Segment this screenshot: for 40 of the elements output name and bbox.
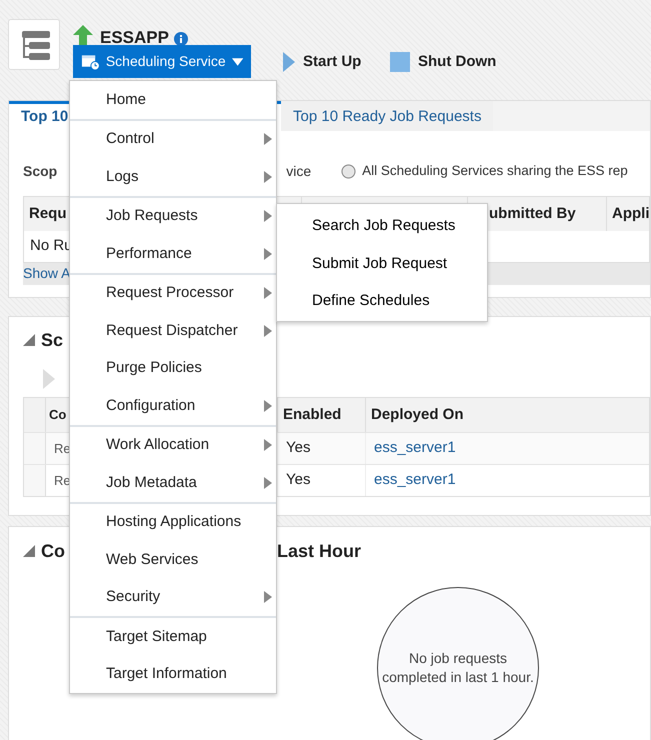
section-title: Last Hour <box>277 540 362 562</box>
menu-item[interactable]: Logs <box>70 158 276 196</box>
menu-item[interactable]: Target Sitemap <box>70 618 276 656</box>
server-link[interactable]: ess_server1 <box>374 437 456 460</box>
menu-item[interactable]: Hosting Applications <box>70 504 276 541</box>
caret-icon <box>232 58 243 66</box>
target-title: ESSAPP <box>100 28 169 48</box>
menu-item[interactable]: Purge Policies <box>70 350 276 387</box>
server-link[interactable]: ess_server1 <box>374 469 456 492</box>
scope-label: Scop <box>23 162 58 181</box>
shut-down-link[interactable]: Shut Down <box>418 50 496 74</box>
table-cell: Yes <box>278 465 366 496</box>
stop-icon <box>390 52 410 72</box>
section-title: Sc <box>41 328 64 352</box>
menu-item[interactable]: Request Processor <box>70 274 276 312</box>
hierarchy-button[interactable] <box>8 19 60 70</box>
menu-item[interactable]: Define Schedules <box>277 281 487 318</box>
start-up-link[interactable]: Start Up <box>303 50 362 74</box>
section-title: Co <box>41 540 65 562</box>
collapse-icon <box>23 545 35 557</box>
menu-item[interactable]: Home <box>70 81 276 118</box>
up-arrow-icon <box>73 25 93 47</box>
menu-item[interactable]: Submit Job Request <box>277 244 487 281</box>
menu-item[interactable]: Web Services <box>70 541 276 578</box>
collapse-icon <box>23 334 35 346</box>
target-menu-button[interactable]: Scheduling Service <box>73 45 251 78</box>
play-icon <box>283 52 295 72</box>
empty-chart-text: No job requests completed in last 1 hour. <box>377 587 539 740</box>
menu-item[interactable]: Request Dispatcher <box>70 312 276 350</box>
radio-button[interactable] <box>341 164 356 178</box>
menu-item[interactable]: Security <box>70 578 276 616</box>
menu-item[interactable]: Performance <box>70 235 276 272</box>
radio-label: vice <box>286 162 312 180</box>
info-icon <box>174 32 188 46</box>
menu-item[interactable]: Control <box>70 120 276 158</box>
column-header: Appli <box>607 197 649 231</box>
radio-label: All Scheduling Services sharing the ESS rep <box>362 162 628 180</box>
calendar-clock-icon <box>81 52 100 70</box>
play-icon <box>43 369 55 389</box>
menu-item[interactable]: Target Information <box>70 656 276 693</box>
